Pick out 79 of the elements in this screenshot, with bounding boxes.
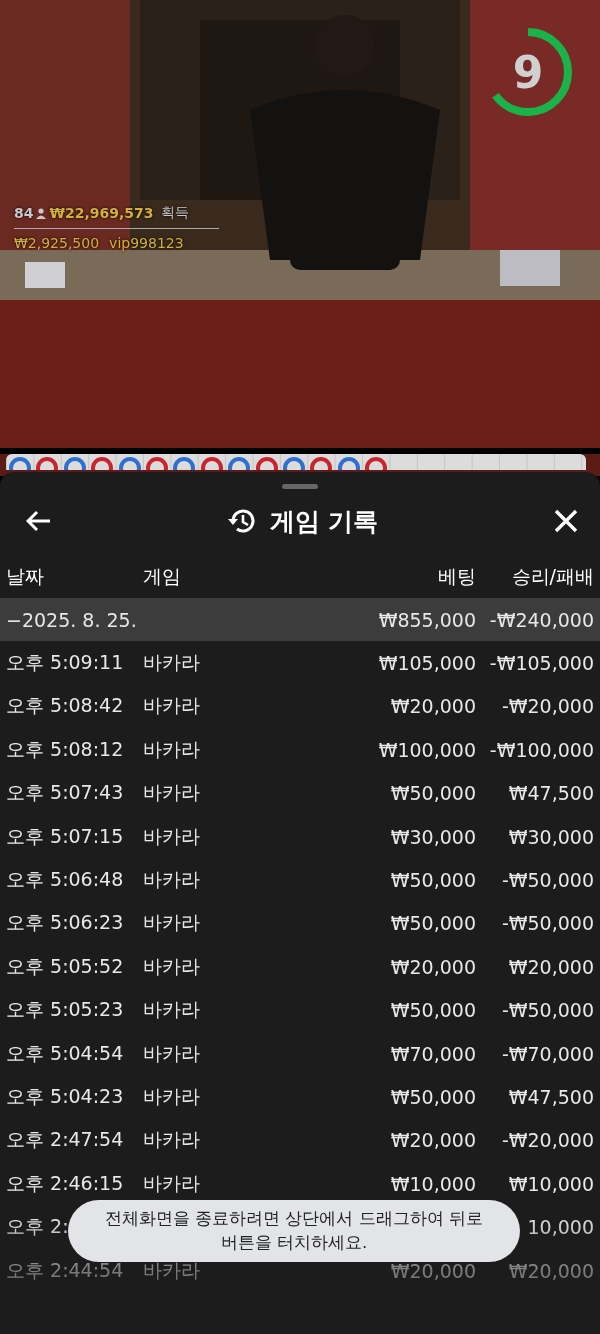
time-cell-text: 오후 5:04:23 [6,1084,124,1109]
result-cell: ₩10,000 [508,1172,594,1195]
bet-cell: ₩20,000 [390,955,476,978]
game-cell-text: 바카라 [143,693,200,719]
toast-message: 전체화면을 종료하려면 상단에서 드래그하여 뒤로 버튼을 터치하세요. [68,1200,520,1262]
bet-cell: ₩30,000 [390,825,476,848]
bet-cell: ₩50,000 [390,782,476,805]
time-cell-text: 오후 5:08:12 [6,736,124,762]
close-button[interactable] [554,509,578,533]
bet-cell: ₩855,000 [378,608,476,631]
bet-cell: ₩50,000 [390,869,476,892]
time-cell-text: 오후 2:46:15 [6,1170,124,1196]
bet-cell: ₩50,000 [390,1086,476,1108]
result-cell: ₩20,000 [508,955,594,978]
bet-cell: ₩20,000 [390,1259,476,1282]
time-cell-text: 오후 5:05:23 [6,997,124,1023]
game-cell-text: 바카라 [143,1084,200,1109]
game-cell-text: 바카라 [143,650,200,676]
top-user-name: vip998123 [109,235,184,251]
back-button[interactable] [26,510,52,532]
result-cell: -₩20,000 [501,1129,594,1152]
sheet-title: 게임 기록 [269,505,379,538]
result-cell: -₩240,000 [489,608,594,631]
result-cell: -₩50,000 [501,912,594,935]
game-cell-text: 바카라 [143,736,200,762]
game-cell-text: 바카라 [143,823,200,849]
time-cell-text: 오후 5:07:15 [6,823,124,849]
winnings-label: 획득 [160,204,189,222]
time-cell-text: 오후 2:47:54 [6,1127,124,1153]
drag-handle[interactable] [282,484,318,489]
bet-cell: ₩50,000 [390,912,476,935]
bet-cell: ₩105,000 [378,652,476,675]
result-cell: -₩50,000 [501,999,594,1022]
time-cell-text: 오후 5:08:42 [6,693,124,719]
result-cell: ₩20,000 [508,1259,594,1282]
bet-cell: ₩70,000 [390,1042,476,1065]
column-header: 게임 [143,563,181,589]
date-group-cell: −2025. 8. 25. [6,608,137,631]
time-cell-text: 오후 5:06:48 [6,867,124,893]
bet-cell: ₩20,000 [390,695,476,718]
result-cell: -₩100,000 [489,738,594,761]
result-cell: -₩105,000 [489,652,594,675]
close-icon [554,509,578,533]
winnings-amount: ₩22,969,573 [49,205,154,221]
player-count: 84 [14,205,34,221]
time-cell-text: 오후 5:07:43 [6,780,124,806]
person-icon [36,207,47,219]
result-cell: 10,000 [527,1216,594,1239]
history-icon [227,508,256,534]
top-bet-amount: ₩2,925,500 [14,235,100,251]
game-cell-text: 바카라 [143,997,200,1023]
column-header: 베팅 [438,563,476,589]
back-arrow-icon [26,510,52,532]
time-cell-text: 오후 2: [6,1214,69,1240]
game-cell-text: 바카라 [143,953,200,979]
column-header: 승리/패배 [511,563,594,589]
bet-cell: ₩10,000 [390,1172,476,1195]
result-cell: ₩30,000 [508,825,594,848]
game-cell-text: 바카라 [143,780,200,806]
date-group-row[interactable]: −2025. 8. 25. ₩855,000 -₩240,000 [0,598,600,642]
game-cell-text: 바카라 [143,910,200,936]
game-cell-text: 바카라 [143,1040,200,1066]
result-cell: -₩20,000 [501,695,594,718]
result-cell: -₩70,000 [501,1042,594,1065]
column-header: 날짜 [6,563,44,589]
time-cell-text: 오후 5:06:23 [6,910,124,936]
game-cell-text: 바카라 [143,1127,200,1153]
bet-cell: ₩100,000 [378,738,476,761]
result-cell: -₩50,000 [501,869,594,892]
time-cell-text: 오후 5:04:54 [6,1040,124,1066]
countdown-number: 9 [512,46,544,98]
bet-cell: ₩20,000 [390,1129,476,1152]
time-cell-text: 오후 5:05:52 [6,953,124,979]
result-cell: ₩47,500 [508,782,594,805]
game-cell-text: 바카라 [143,1170,200,1196]
time-cell-text: 오후 5:09:11 [6,650,124,676]
result-cell: ₩47,500 [508,1086,594,1108]
bet-cell: ₩50,000 [390,999,476,1022]
game-cell-text: 바카라 [143,867,200,893]
